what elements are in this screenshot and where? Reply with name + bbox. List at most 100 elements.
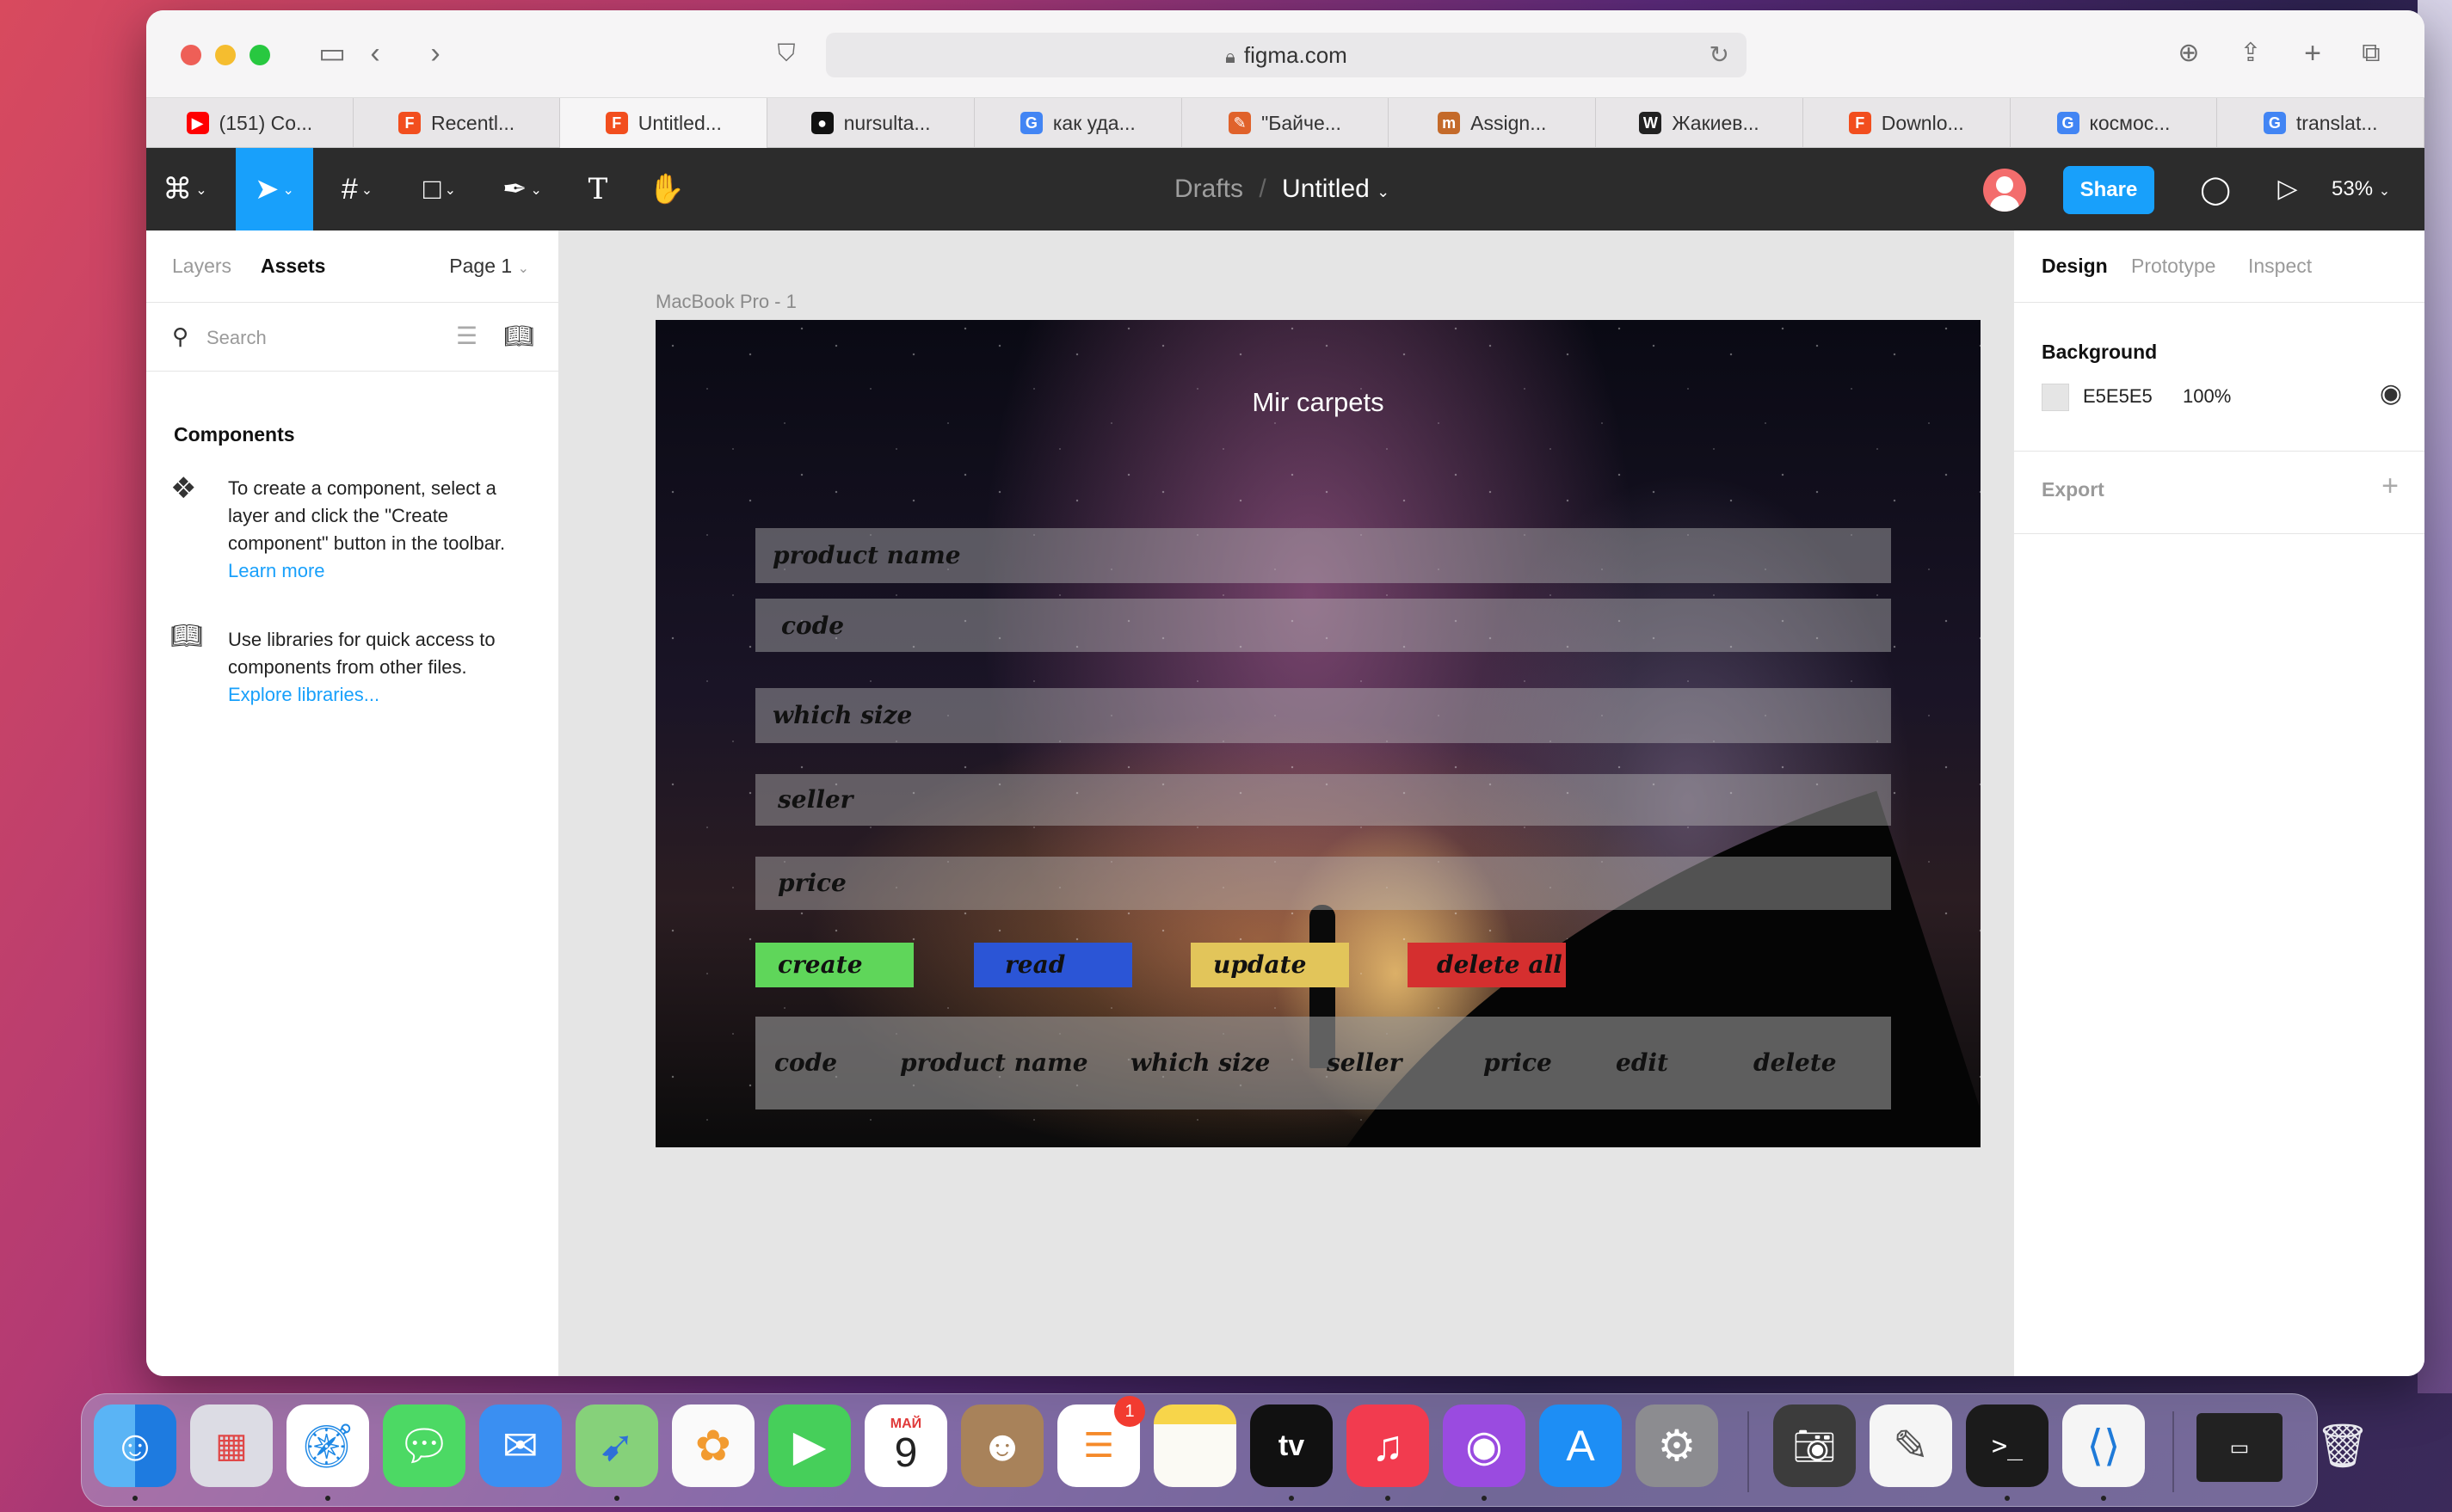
browser-tab-label: Downlo...: [1881, 111, 1964, 134]
browser-tab[interactable]: ▶ (151) Co...: [146, 98, 354, 148]
launchpad-icon[interactable]: ▦: [190, 1404, 273, 1487]
browser-tab[interactable]: ● nursulta...: [767, 98, 975, 148]
tab-layers[interactable]: Layers: [172, 255, 231, 278]
background-hex-input[interactable]: E5E5E5: [2083, 385, 2153, 408]
tab-design[interactable]: Design: [2042, 255, 2108, 278]
contacts-icon[interactable]: ☻: [961, 1404, 1044, 1487]
trash-icon[interactable]: 🗑︎: [2301, 1404, 2384, 1487]
file-breadcrumb[interactable]: Drafts / Untitled ⌄: [1174, 148, 1389, 230]
code-field[interactable]: code: [755, 599, 1891, 652]
list-view-icon[interactable]: ☰: [456, 322, 477, 350]
avatar[interactable]: [1983, 169, 2026, 212]
messages-icon[interactable]: 💬︎: [383, 1404, 465, 1487]
figma-menu-icon[interactable]: ⌘ ⌄: [146, 148, 224, 230]
sidebar-toggle-icon[interactable]: ▭: [313, 34, 351, 72]
price-field[interactable]: price: [755, 857, 1891, 910]
fullscreen-window-button[interactable]: [250, 45, 270, 65]
new-tab-icon[interactable]: +: [2294, 34, 2332, 72]
calendar-icon[interactable]: МАЙ 9: [865, 1404, 947, 1487]
breadcrumb-drafts[interactable]: Drafts: [1174, 175, 1243, 203]
tab-inspect[interactable]: Inspect: [2248, 255, 2312, 278]
hand-tool-icon[interactable]: ✋: [628, 148, 705, 230]
browser-tab[interactable]: F Downlo...: [1803, 98, 2011, 148]
share-icon[interactable]: ⇪: [2232, 34, 2270, 72]
address-bar[interactable]: 🔒︎ figma.com ↻: [826, 33, 1747, 77]
maps-icon[interactable]: ➹: [576, 1404, 658, 1487]
create-button[interactable]: create: [755, 943, 914, 987]
library-icon[interactable]: 📖︎: [503, 322, 534, 350]
macbook-frame[interactable]: Mir carpets product name code which size…: [656, 320, 1981, 1147]
browser-tab[interactable]: ✎ "Байче...: [1182, 98, 1389, 148]
pen-tool-icon[interactable]: ✒ ⌄: [484, 148, 561, 230]
music-icon[interactable]: ♫: [1346, 1404, 1429, 1487]
background-color-swatch[interactable]: [2042, 384, 2069, 411]
system-preferences-icon[interactable]: ⚙: [1636, 1404, 1718, 1487]
tab-prototype[interactable]: Prototype: [2131, 255, 2215, 278]
explore-libraries-link[interactable]: Explore libraries...: [228, 681, 538, 709]
wikipedia-icon: W: [1639, 112, 1662, 134]
chevron-down-icon[interactable]: ⌄: [1377, 183, 1389, 200]
textedit-icon[interactable]: ✎: [1870, 1404, 1952, 1487]
google-icon: G: [1020, 112, 1043, 134]
comment-icon[interactable]: ◯: [2177, 148, 2254, 230]
present-icon[interactable]: ▷: [2249, 148, 2326, 230]
tab-overview-icon[interactable]: ⧉: [2352, 34, 2390, 72]
seller-field[interactable]: seller: [755, 774, 1891, 826]
learn-more-link[interactable]: Learn more: [228, 560, 325, 581]
app-store-icon[interactable]: A: [1539, 1404, 1622, 1487]
finder-icon[interactable]: ☺: [94, 1404, 176, 1487]
page-selector[interactable]: Page 1 ⌄: [449, 255, 529, 278]
browser-tab-label: (151) Co...: [219, 111, 313, 134]
column-seller: seller: [1327, 1048, 1402, 1077]
zoom-control[interactable]: 53% ⌄: [2332, 148, 2390, 233]
browser-tab[interactable]: Gкак уда...: [975, 98, 1182, 148]
notes-icon[interactable]: [1154, 1404, 1236, 1487]
frame-label[interactable]: MacBook Pro - 1: [656, 291, 797, 313]
canvas[interactable]: MacBook Pro - 1 Mir carpets product name…: [559, 230, 2081, 1376]
vscode-icon[interactable]: ⟨⟩: [2062, 1404, 2145, 1487]
browser-tab[interactable]: F Recentl...: [354, 98, 561, 148]
browser-tab[interactable]: W Жакиев...: [1596, 98, 1803, 148]
eye-icon[interactable]: ◉: [2380, 378, 2402, 409]
safari-icon[interactable]: 🧭︎: [286, 1404, 369, 1487]
read-button[interactable]: read: [974, 943, 1132, 987]
photos-icon[interactable]: ✿: [672, 1404, 755, 1487]
frame-tool-icon[interactable]: # ⌄: [318, 148, 396, 230]
product-name-field[interactable]: product name: [755, 528, 1891, 583]
reload-icon[interactable]: ↻: [1710, 33, 1729, 77]
image-capture-icon[interactable]: 📷︎: [1773, 1404, 1856, 1487]
move-tool-icon[interactable]: ➤ ⌄: [236, 148, 313, 230]
text-tool-icon[interactable]: T: [559, 148, 637, 230]
forward-icon[interactable]: ›: [416, 34, 454, 72]
facetime-icon[interactable]: ▶: [768, 1404, 851, 1487]
reminders-icon[interactable]: ☰ 1: [1057, 1396, 1145, 1487]
podcasts-icon[interactable]: ◉: [1443, 1404, 1525, 1487]
minimize-window-button[interactable]: [215, 45, 236, 65]
apple-tv-icon[interactable]: tv: [1250, 1404, 1333, 1487]
close-window-button[interactable]: [181, 45, 201, 65]
browser-tab[interactable]: F Untitled...: [560, 98, 768, 148]
update-button[interactable]: update: [1191, 943, 1349, 987]
downloads-icon[interactable]: ⊕: [2170, 34, 2208, 72]
library-help-text: Use libraries for quick access to compon…: [228, 629, 496, 678]
add-export-icon[interactable]: +: [2381, 470, 2399, 503]
browser-tab[interactable]: m Assign...: [1389, 98, 1597, 148]
shape-tool-icon[interactable]: □ ⌄: [401, 148, 478, 230]
mail-icon[interactable]: ✉: [479, 1404, 562, 1487]
search-input[interactable]: Search: [206, 327, 267, 349]
back-icon[interactable]: ‹: [356, 34, 394, 72]
privacy-shield-icon[interactable]: ⛉: [767, 34, 805, 72]
file-name[interactable]: Untitled: [1282, 175, 1370, 203]
delete-all-button[interactable]: delete all: [1408, 943, 1566, 987]
running-indicator: [1289, 1496, 1294, 1501]
share-button[interactable]: Share: [2063, 166, 2154, 214]
browser-tab[interactable]: Gtranslat...: [2217, 98, 2424, 148]
which-size-field[interactable]: which size: [755, 688, 1891, 743]
browser-tab[interactable]: Gкосмос...: [2011, 98, 2218, 148]
right-panel: Design Prototype Inspect Background E5E5…: [2013, 230, 2424, 1376]
tab-assets[interactable]: Assets: [261, 255, 325, 278]
background-opacity-input[interactable]: 100%: [2183, 385, 2231, 408]
terminal-icon[interactable]: >_: [1966, 1404, 2048, 1487]
running-indicator: [132, 1496, 138, 1501]
window-preview-icon[interactable]: ▭: [2196, 1413, 2283, 1482]
